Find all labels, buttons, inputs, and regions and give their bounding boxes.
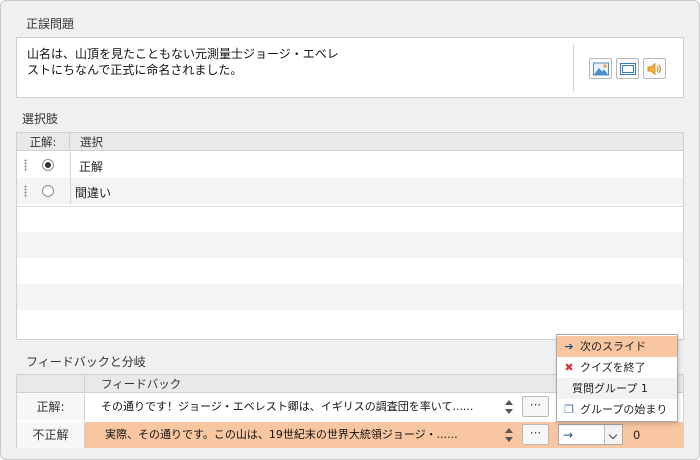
menu-item-label: グループの始まり bbox=[580, 403, 668, 416]
empty-row bbox=[17, 232, 683, 258]
question-text[interactable]: 山名は、山頂を見たこともない元測量士ジョージ・エベレ ストにちなんで正式に命名さ… bbox=[27, 46, 367, 78]
scroll-spinner[interactable] bbox=[503, 397, 515, 417]
feedback-text-field[interactable]: その通りです！ジョージ・エベレスト卿は、イギリスの調査団を率いて...... bbox=[87, 396, 517, 418]
feedback-section-title: フィードバックと分岐 bbox=[26, 355, 146, 369]
question-text-line-1: 山名は、山頂を見たこともない元測量士ジョージ・エベレ bbox=[27, 47, 339, 61]
correct-radio[interactable] bbox=[42, 185, 54, 197]
insert-picture-icon bbox=[593, 62, 609, 76]
more-options-button[interactable]: ··· bbox=[522, 396, 549, 417]
column-divider bbox=[70, 178, 71, 204]
menu-item-label: クイズを終了 bbox=[580, 361, 646, 374]
branch-dropdown-menu: ➔ 次のスライド ✖ クイズを終了 質問グループ 1 ❐ グループの始まり bbox=[556, 334, 678, 422]
question-section-title: 正誤問題 bbox=[26, 17, 75, 31]
branch-dropdown[interactable]: → bbox=[558, 424, 623, 445]
spin-up-icon[interactable] bbox=[505, 428, 513, 433]
feedback-header-blank bbox=[17, 375, 85, 393]
choice-label[interactable]: 正解 bbox=[79, 158, 103, 175]
insert-audio-icon bbox=[647, 62, 661, 76]
choices-header-choice: 選択 bbox=[80, 135, 103, 149]
empty-row bbox=[17, 258, 683, 284]
insert-picture-button[interactable] bbox=[589, 58, 612, 79]
choices-section-title: 選択肢 bbox=[22, 112, 59, 126]
drag-handle-icon[interactable] bbox=[24, 185, 27, 198]
menu-group-label: 質問グループ 1 bbox=[572, 382, 648, 395]
feedback-row-label: 不正解 bbox=[17, 422, 85, 448]
choices-header-correct: 正解: bbox=[17, 133, 70, 151]
question-text-box[interactable]: 山名は、山頂を見たこともない元測量士ジョージ・エベレ ストにちなんで正式に命名さ… bbox=[16, 37, 684, 98]
insert-audio-button[interactable] bbox=[643, 58, 666, 79]
insert-video-button[interactable] bbox=[616, 58, 639, 79]
drag-handle-icon[interactable] bbox=[24, 159, 27, 172]
choice-row[interactable]: 間違い bbox=[17, 178, 683, 204]
menu-item-group-start[interactable]: ❐ グループの始まり bbox=[557, 399, 677, 420]
question-text-line-2: ストにちなんで正式に命名されました。 bbox=[27, 63, 243, 77]
group-start-icon: ❐ bbox=[564, 403, 574, 416]
scroll-spinner[interactable] bbox=[503, 425, 515, 445]
empty-row bbox=[17, 310, 683, 336]
insert-video-icon bbox=[620, 63, 636, 75]
feedback-row-label: 正解: bbox=[17, 394, 85, 420]
correct-radio[interactable] bbox=[42, 159, 54, 171]
spin-down-icon[interactable] bbox=[505, 437, 513, 442]
menu-item-label: 次のスライド bbox=[580, 340, 646, 353]
column-divider bbox=[70, 152, 71, 178]
slide-number-value: 0 bbox=[633, 428, 641, 442]
feedback-text-field[interactable]: 実際、その通りです。この山は、19世紀末の世界大統領ジョージ・...... bbox=[87, 424, 517, 446]
next-slide-arrow-icon: ➔ bbox=[564, 340, 574, 353]
menu-item-question-group: 質問グループ 1 bbox=[557, 378, 677, 399]
spin-up-icon[interactable] bbox=[505, 400, 513, 405]
empty-row bbox=[17, 284, 683, 310]
more-options-button[interactable]: ··· bbox=[522, 424, 549, 445]
menu-item-end-quiz[interactable]: ✖ クイズを終了 bbox=[557, 357, 677, 378]
feedback-row-incorrect: 不正解 実際、その通りです。この山は、19世紀末の世界大統領ジョージ・.....… bbox=[17, 422, 683, 448]
choice-row[interactable]: 正解 bbox=[17, 152, 683, 178]
close-x-icon: ✖ bbox=[564, 361, 574, 374]
empty-row bbox=[17, 206, 683, 232]
choices-table: 正解: 選択 正解 間違い bbox=[16, 132, 684, 340]
choices-header: 正解: 選択 bbox=[17, 133, 683, 151]
next-slide-arrow-icon: → bbox=[563, 428, 574, 442]
spin-down-icon[interactable] bbox=[505, 409, 513, 414]
chevron-down-icon[interactable] bbox=[604, 425, 622, 444]
choice-label[interactable]: 間違い bbox=[75, 184, 111, 201]
feedback-header-title: フィードバック bbox=[101, 377, 182, 391]
question-divider bbox=[573, 44, 574, 92]
menu-item-next-slide[interactable]: ➔ 次のスライド bbox=[557, 336, 677, 357]
